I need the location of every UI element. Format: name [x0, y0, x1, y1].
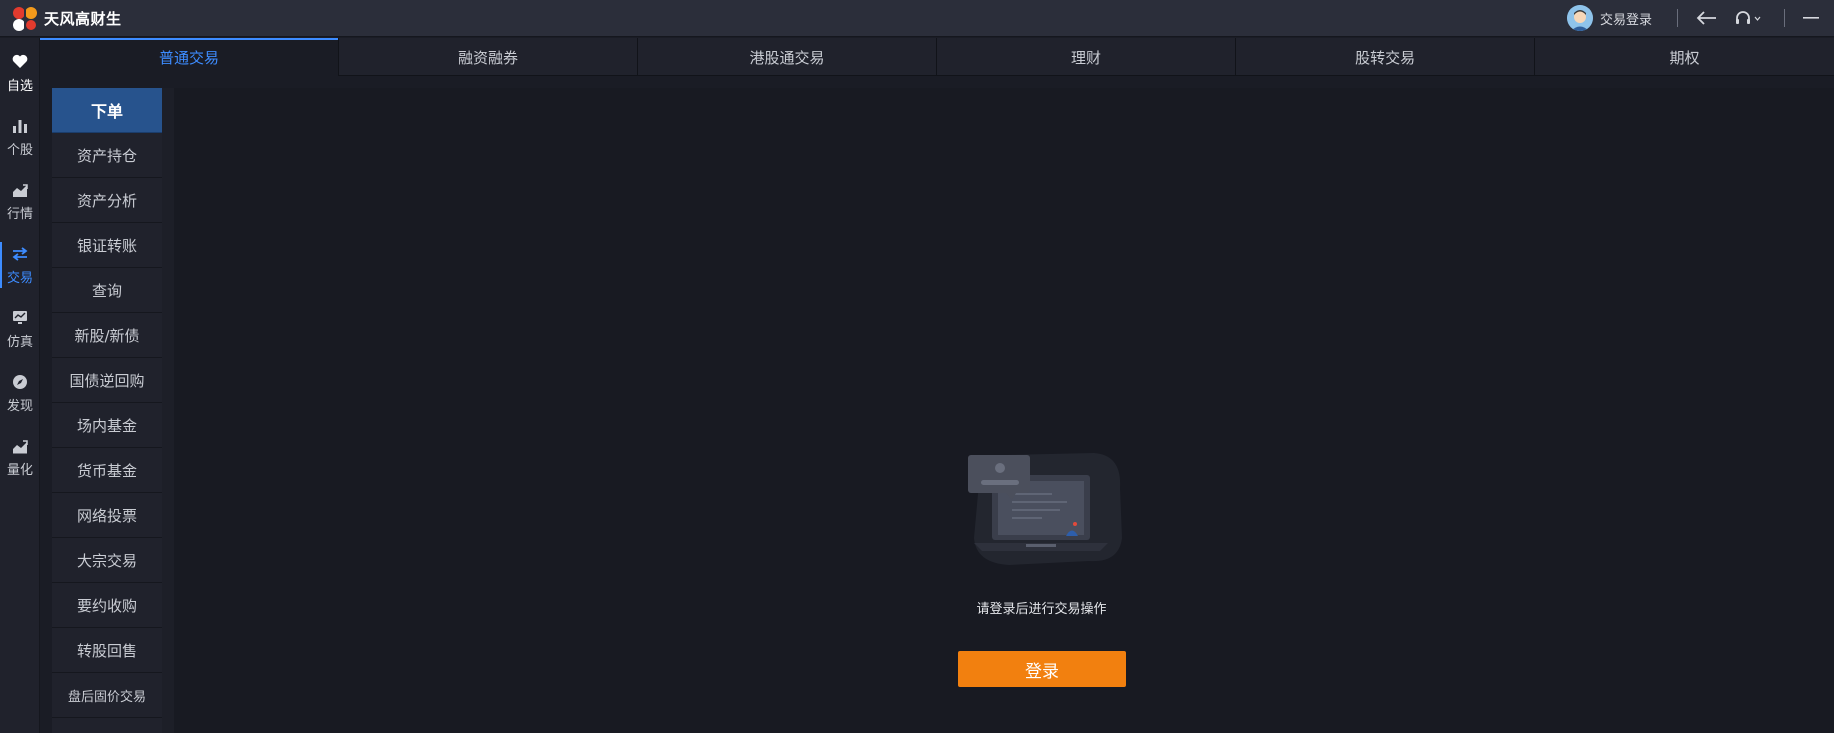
rail-item-quant[interactable]: 量化 [0, 428, 40, 486]
tab-hk-connect[interactable]: 港股通交易 [638, 38, 938, 76]
heart-icon [11, 53, 29, 71]
tab-margin-trading[interactable]: 融资融券 [339, 38, 639, 76]
rail-item-label: 仿真 [6, 334, 33, 350]
submenu-item-tender-offer[interactable]: 要约收购 [52, 583, 162, 628]
main-content: 请登录后进行交易操作 登录 [174, 88, 1834, 733]
submenu-item-after-hours[interactable]: 盘后固价交易 [52, 673, 162, 718]
trade-category-tabs: 普通交易 融资融券 港股通交易 理财 股转交易 期权 [40, 38, 1834, 76]
minimize-icon[interactable] [1800, 5, 1822, 31]
compass-icon [11, 373, 29, 391]
submenu-item-online-voting[interactable]: 网络投票 [52, 493, 162, 538]
submenu-item-query[interactable]: 查询 [52, 268, 162, 313]
submenu-item-exchange-fund[interactable]: 场内基金 [52, 403, 162, 448]
avatar [1567, 5, 1593, 31]
bar-chart-icon [11, 117, 29, 135]
rail-item-trade[interactable]: 交易 [0, 236, 40, 294]
back-arrow-icon[interactable] [1694, 5, 1718, 31]
rail-item-market[interactable]: 行情 [0, 172, 40, 230]
tab-normal-trade[interactable]: 普通交易 [40, 38, 340, 76]
rail-item-watchlist[interactable]: 自选 [0, 44, 40, 102]
user-avatar-icon [1567, 5, 1593, 31]
rail-item-label: 量化 [6, 462, 33, 478]
submenu-item-bank-transfer[interactable]: 银证转账 [52, 223, 162, 268]
panel-divider [162, 88, 174, 733]
rail-item-label: 行情 [6, 206, 33, 222]
simulation-monitor-icon [11, 309, 29, 327]
login-button[interactable]: 登录 [958, 651, 1126, 687]
trade-login-link[interactable]: 交易登录 [1567, 5, 1652, 31]
rail-item-label: 交易 [6, 270, 33, 286]
tab-neeq-trade[interactable]: 股转交易 [1236, 38, 1536, 76]
rail-item-stock[interactable]: 个股 [0, 108, 40, 166]
submenu-item-block-trade[interactable]: 大宗交易 [52, 538, 162, 583]
rail-item-label: 自选 [6, 78, 33, 94]
submenu-item-place-order[interactable]: 下单 [52, 88, 162, 133]
rail-item-simulation[interactable]: 仿真 [0, 300, 40, 358]
rail-item-discover[interactable]: 发现 [0, 364, 40, 422]
submenu-item-reverse-repo[interactable]: 国债逆回购 [52, 358, 162, 403]
app-logo-icon [13, 7, 37, 31]
laptop-login-illustration-icon [968, 453, 1122, 565]
submenu-item-positions[interactable]: 资产持仓 [52, 133, 162, 178]
rail-item-label: 个股 [6, 142, 33, 158]
app-title: 天风高财生 [44, 10, 122, 28]
submenu-item-asset-analysis[interactable]: 资产分析 [52, 178, 162, 223]
rail-item-label: 发现 [6, 398, 33, 414]
swap-arrows-icon [11, 245, 29, 263]
quant-chart-icon [11, 437, 29, 455]
trade-submenu: 下单 资产持仓 资产分析 银证转账 查询 新股/新债 国债逆回购 场内基金 货币… [52, 88, 162, 733]
title-bar: 天风高财生 交易登录 [0, 0, 1834, 37]
submenu-item-conversion-putback[interactable]: 转股回售 [52, 628, 162, 673]
market-trend-icon [11, 181, 29, 199]
left-nav-rail: 自选 个股 行情 交易 仿真 发现 量化 [0, 38, 40, 733]
submenu-item-money-fund[interactable]: 货币基金 [52, 448, 162, 493]
headset-support-icon[interactable] [1733, 5, 1763, 31]
titlebar-separator [1784, 9, 1785, 27]
login-prompt: 请登录后进行交易操作 [976, 602, 1107, 617]
submenu-item-ipo[interactable]: 新股/新债 [52, 313, 162, 358]
trade-login-label: 交易登录 [1600, 12, 1653, 28]
tab-options[interactable]: 期权 [1535, 38, 1834, 76]
titlebar-separator [1677, 9, 1678, 27]
tab-wealth-management[interactable]: 理财 [937, 38, 1237, 76]
